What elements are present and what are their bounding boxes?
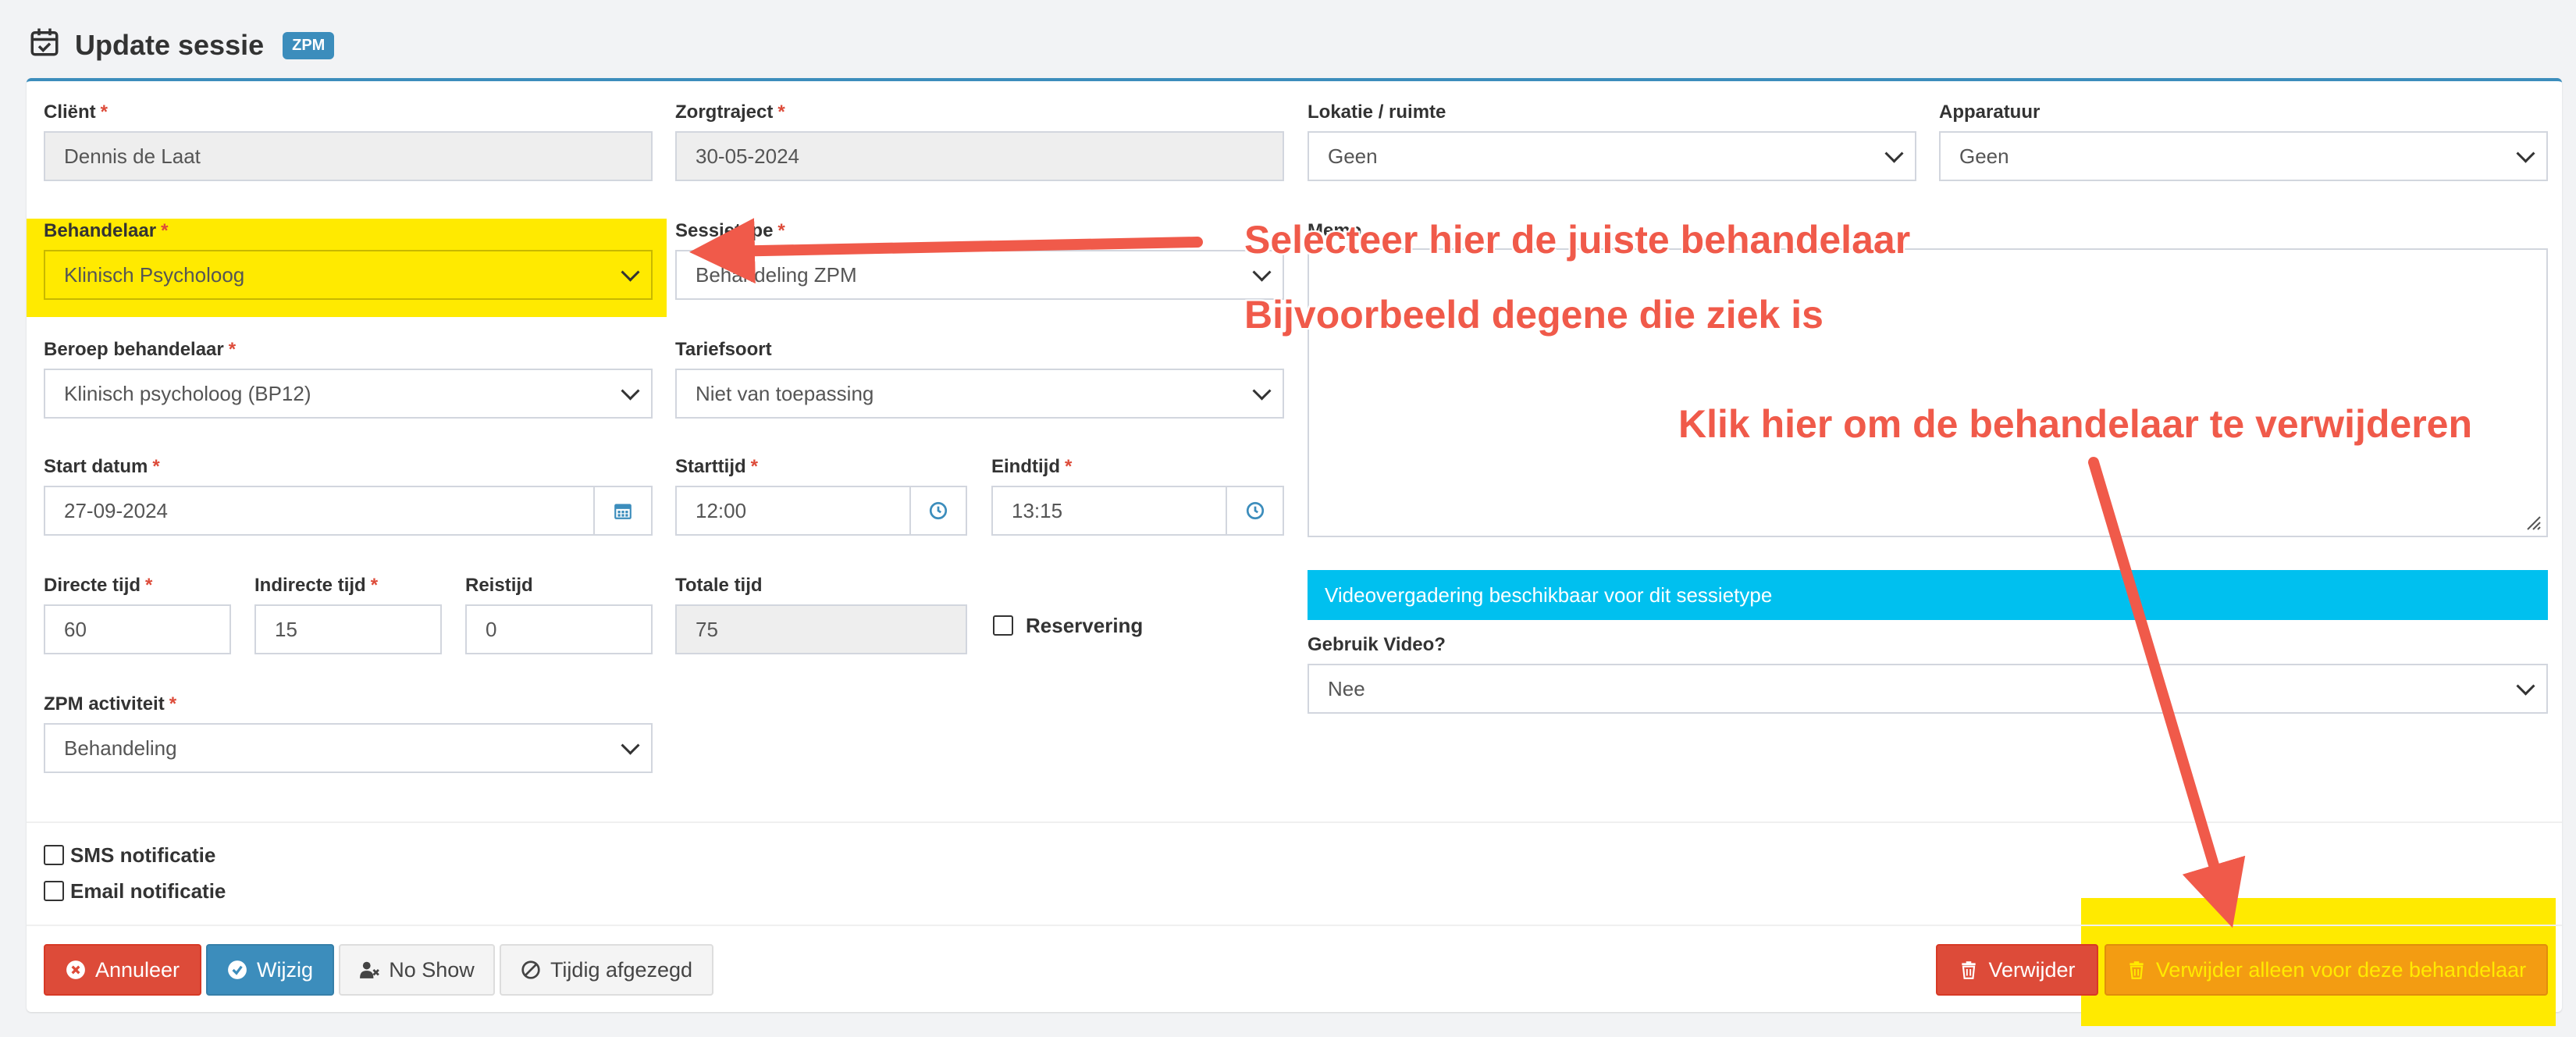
lokatie-label: Lokatie / ruimte: [1308, 102, 1446, 123]
gebruik-video-label: Gebruik Video?: [1308, 634, 1446, 655]
zorgtraject-field: 30-05-2024: [675, 131, 1284, 181]
tijdig-afgezegd-button[interactable]: Tijdig afgezegd: [500, 944, 713, 996]
calendar-button[interactable]: [593, 486, 653, 536]
behandelaar-select[interactable]: Klinisch Psycholoog: [44, 250, 653, 300]
eindtijd-input[interactable]: 13:15: [991, 486, 1227, 536]
chevron-down-icon: [1252, 262, 1272, 282]
beroep-label: Beroep behandelaar *: [44, 339, 237, 360]
sessietype-label: Sessietype *: [675, 220, 785, 241]
page-title: Update sessie ZPM: [28, 22, 335, 69]
chevron-down-icon: [1252, 381, 1272, 401]
trash-icon: [2129, 961, 2144, 979]
sms-checkbox[interactable]: [44, 845, 64, 865]
totale-tijd-label: Totale tijd: [675, 575, 763, 596]
lokatie-select[interactable]: Geen: [1308, 131, 1916, 181]
video-notice: Videovergadering beschikbaar voor dit se…: [1308, 570, 2548, 620]
clock-icon: [929, 501, 948, 520]
resize-grip-icon[interactable]: [2524, 514, 2542, 531]
calendar-check-icon: [28, 26, 61, 66]
verwijder-alleen-behandelaar-button[interactable]: Verwijder alleen voor deze behandelaar: [2105, 944, 2548, 996]
wijzig-button[interactable]: Wijzig: [206, 944, 334, 996]
apparatuur-label: Apparatuur: [1939, 102, 2041, 123]
directe-tijd-input[interactable]: 60: [44, 604, 231, 654]
user-times-icon: [360, 961, 380, 978]
annotation-select-behandelaar: Selecteer hier de juiste behandelaar: [1244, 218, 1911, 262]
trash-icon: [1962, 961, 1976, 979]
starttijd-label: Starttijd *: [675, 456, 759, 477]
totale-tijd-field: 75: [675, 604, 967, 654]
eindtijd-label: Eindtijd *: [991, 456, 1073, 477]
reservering-checkbox[interactable]: [993, 615, 1013, 636]
gebruik-video-select[interactable]: Nee: [1308, 664, 2548, 714]
annotation-remove-behandelaar: Klik hier om de behandelaar te verwijder…: [1678, 402, 2473, 446]
chevron-down-icon: [621, 736, 640, 755]
eindtijd-clock-button[interactable]: [1226, 486, 1284, 536]
starttijd-clock-button[interactable]: [909, 486, 967, 536]
chevron-down-icon: [621, 262, 640, 282]
apparatuur-select[interactable]: Geen: [1939, 131, 2548, 181]
tariefsoort-select[interactable]: Niet van toepassing: [675, 369, 1284, 419]
section-divider: [27, 821, 2562, 823]
verwijder-button[interactable]: Verwijder: [1936, 944, 2098, 996]
clock-icon: [1246, 501, 1264, 520]
zpm-activiteit-select[interactable]: Behandeling: [44, 723, 653, 773]
reistijd-input[interactable]: 0: [465, 604, 653, 654]
annotation-example: Bijvoorbeeld degene die ziek is: [1244, 293, 1823, 337]
chevron-down-icon: [2516, 144, 2535, 163]
indirecte-tijd-label: Indirecte tijd *: [254, 575, 379, 596]
reistijd-label: Reistijd: [465, 575, 533, 596]
client-field: Dennis de Laat: [44, 131, 653, 181]
ban-icon: [521, 960, 540, 979]
sms-label: SMS notificatie: [70, 843, 216, 867]
reservering-label: Reservering: [1026, 614, 1144, 637]
start-datum-label: Start datum *: [44, 456, 160, 477]
indirecte-tijd-input[interactable]: 15: [254, 604, 442, 654]
client-label: Cliënt *: [44, 102, 109, 123]
start-datum-input[interactable]: 27-09-2024: [44, 486, 595, 536]
sessietype-select[interactable]: Behandeling ZPM: [675, 250, 1284, 300]
tariefsoort-label: Tariefsoort: [675, 339, 772, 360]
email-label: Email notificatie: [70, 879, 226, 903]
behandelaar-label: Behandelaar *: [44, 220, 169, 241]
annuleer-button[interactable]: Annuleer: [44, 944, 201, 996]
beroep-select[interactable]: Klinisch psycholoog (BP12): [44, 369, 653, 419]
email-checkbox[interactable]: [44, 881, 64, 901]
starttijd-input[interactable]: 12:00: [675, 486, 911, 536]
footer-divider: [27, 925, 2562, 926]
no-show-button[interactable]: No Show: [339, 944, 495, 996]
times-circle-icon: [66, 960, 85, 979]
zorgtraject-label: Zorgtraject *: [675, 102, 785, 123]
check-circle-icon: [228, 960, 247, 979]
chevron-down-icon: [2516, 676, 2535, 696]
zpm-badge: ZPM: [283, 31, 335, 59]
directe-tijd-label: Directe tijd *: [44, 575, 153, 596]
calendar-icon: [614, 504, 632, 519]
chevron-down-icon: [621, 381, 640, 401]
page-title-text: Update sessie: [75, 29, 265, 61]
chevron-down-icon: [1884, 144, 1904, 163]
zpm-activiteit-label: ZPM activiteit *: [44, 693, 177, 714]
